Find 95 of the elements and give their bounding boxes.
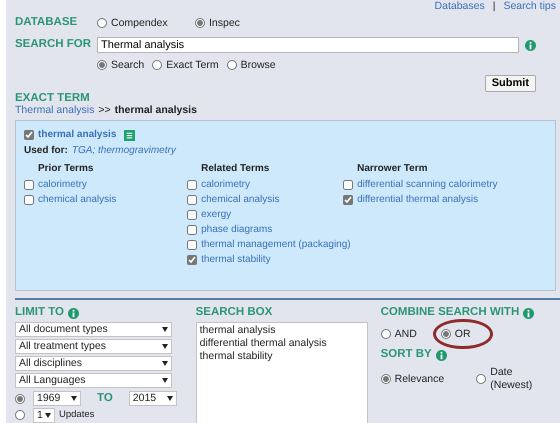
checkbox[interactable]: [24, 180, 34, 190]
radio-button[interactable]: [15, 394, 25, 404]
radio-button[interactable]: [195, 18, 205, 28]
checkbox[interactable]: [187, 194, 198, 204]
radio-label: Browse: [240, 58, 276, 72]
radio-button[interactable]: [440, 329, 451, 339]
column-heading: Related Terms: [200, 163, 270, 176]
field-label: DATABASE: [15, 16, 78, 30]
radio-label: Date (Newest): [490, 366, 534, 392]
term-link[interactable]: thermal stability: [201, 254, 271, 266]
dropdown-arrow-icon: [162, 327, 168, 332]
breadcrumb-separator: >>: [98, 104, 111, 117]
radio-button[interactable]: [380, 374, 391, 384]
separator-text: |: [492, 0, 496, 12]
checkbox[interactable]: [343, 180, 354, 190]
term-link[interactable]: chemical analysis: [201, 194, 280, 206]
submit-button[interactable]: Submit: [484, 74, 536, 92]
search-term-line: thermal stability: [200, 350, 274, 363]
checkbox[interactable]: [24, 130, 34, 140]
info-icon[interactable]: [523, 308, 534, 318]
dropdown-arrow-icon: [162, 344, 168, 349]
dropdown-value: 1969: [37, 392, 60, 405]
radio-button[interactable]: [97, 60, 107, 70]
term-link[interactable]: thermal analysis: [38, 129, 116, 141]
dropdown[interactable]: All Languages: [15, 373, 172, 388]
breadcrumb-current: thermal analysis: [114, 104, 197, 117]
term-link[interactable]: chemical analysis: [38, 194, 116, 206]
radio-label: Exact Term: [166, 58, 219, 72]
term-link[interactable]: phase diagrams: [201, 224, 272, 236]
dropdown[interactable]: All treatment types: [15, 339, 172, 354]
dropdown-arrow-icon: [71, 396, 77, 401]
checkbox[interactable]: [187, 210, 198, 220]
top-link[interactable]: Databases: [434, 0, 485, 12]
column-heading: Prior Terms: [37, 163, 94, 176]
dropdown[interactable]: All document types: [15, 322, 172, 337]
dropdown-arrow-icon: [162, 378, 168, 383]
checkbox[interactable]: [187, 254, 198, 264]
radio-label: Inspec: [209, 16, 240, 30]
search-term-line: thermal analysis: [200, 324, 276, 337]
field-label: SEARCH FOR: [15, 38, 92, 52]
checkbox[interactable]: [187, 240, 198, 250]
search-box-list[interactable]: thermal analysis differential thermal analysis thermal stability: [196, 322, 368, 423]
term-link[interactable]: thermal management (packaging): [201, 238, 351, 250]
used-for-value: TGA; thermogravimetry: [72, 145, 176, 157]
to-label: TO: [97, 392, 113, 406]
radio-button[interactable]: [15, 410, 25, 420]
top-link[interactable]: Search tips: [503, 0, 556, 12]
annotation-ellipse: [432, 318, 493, 350]
section-heading: COMBINE SEARCH WITH: [380, 306, 520, 320]
radio-label: OR: [454, 328, 471, 340]
dropdown[interactable]: All disciplines: [15, 356, 172, 371]
info-icon[interactable]: [436, 350, 447, 360]
radio-button[interactable]: [152, 60, 162, 70]
used-for-label: Used for:: [24, 145, 68, 157]
info-icon[interactable]: [525, 40, 536, 50]
dropdown-arrow-icon: [166, 396, 173, 401]
radio-button[interactable]: [97, 18, 107, 28]
dropdown-value: 1: [37, 408, 43, 422]
dropdown-value: All treatment types: [19, 340, 106, 353]
term-link[interactable]: differential scanning calorimetry: [357, 178, 498, 190]
list-icon[interactable]: [124, 130, 136, 140]
term-link[interactable]: calorimetry: [201, 178, 250, 190]
checkbox[interactable]: [187, 224, 198, 234]
section-heading: EXACT TERM: [15, 92, 90, 105]
checkbox[interactable]: [187, 180, 198, 190]
term-link[interactable]: exergy: [201, 208, 232, 220]
radio-label: Relevance: [394, 372, 444, 386]
updates-label: Updates: [59, 409, 94, 421]
radio-label: AND: [394, 328, 417, 340]
dropdown[interactable]: 1: [33, 408, 55, 422]
search-term-line: differential thermal analysis: [200, 337, 328, 350]
dropdown-arrow-icon: [45, 412, 51, 418]
breadcrumb-link[interactable]: Thermal analysis: [15, 104, 94, 117]
section-heading: SORT BY: [380, 348, 432, 362]
section-heading: LIMIT TO: [15, 306, 64, 320]
dropdown-value: All Languages: [19, 374, 86, 387]
column-heading: Narrower Term: [356, 163, 429, 176]
radio-label: Search: [111, 58, 144, 72]
radio-button[interactable]: [380, 329, 391, 339]
radio-button[interactable]: [226, 60, 237, 70]
checkbox[interactable]: [343, 194, 354, 204]
search-field[interactable]: Thermal analysis: [97, 37, 519, 53]
term-link[interactable]: calorimetry: [38, 178, 87, 190]
term-link[interactable]: differential thermal analysis: [357, 194, 478, 206]
dropdown[interactable]: 1969: [33, 391, 81, 406]
dropdown[interactable]: 2015: [128, 391, 177, 406]
section-heading: SEARCH BOX: [196, 306, 272, 320]
checkbox[interactable]: [24, 194, 34, 204]
dropdown-arrow-icon: [162, 361, 168, 366]
dropdown-value: All disciplines: [19, 357, 82, 370]
radio-label: Compendex: [111, 16, 168, 30]
dropdown-value: All document types: [19, 323, 108, 336]
info-icon[interactable]: [68, 308, 79, 318]
dropdown-value: 2015: [132, 392, 156, 405]
radio-button[interactable]: [476, 374, 486, 384]
